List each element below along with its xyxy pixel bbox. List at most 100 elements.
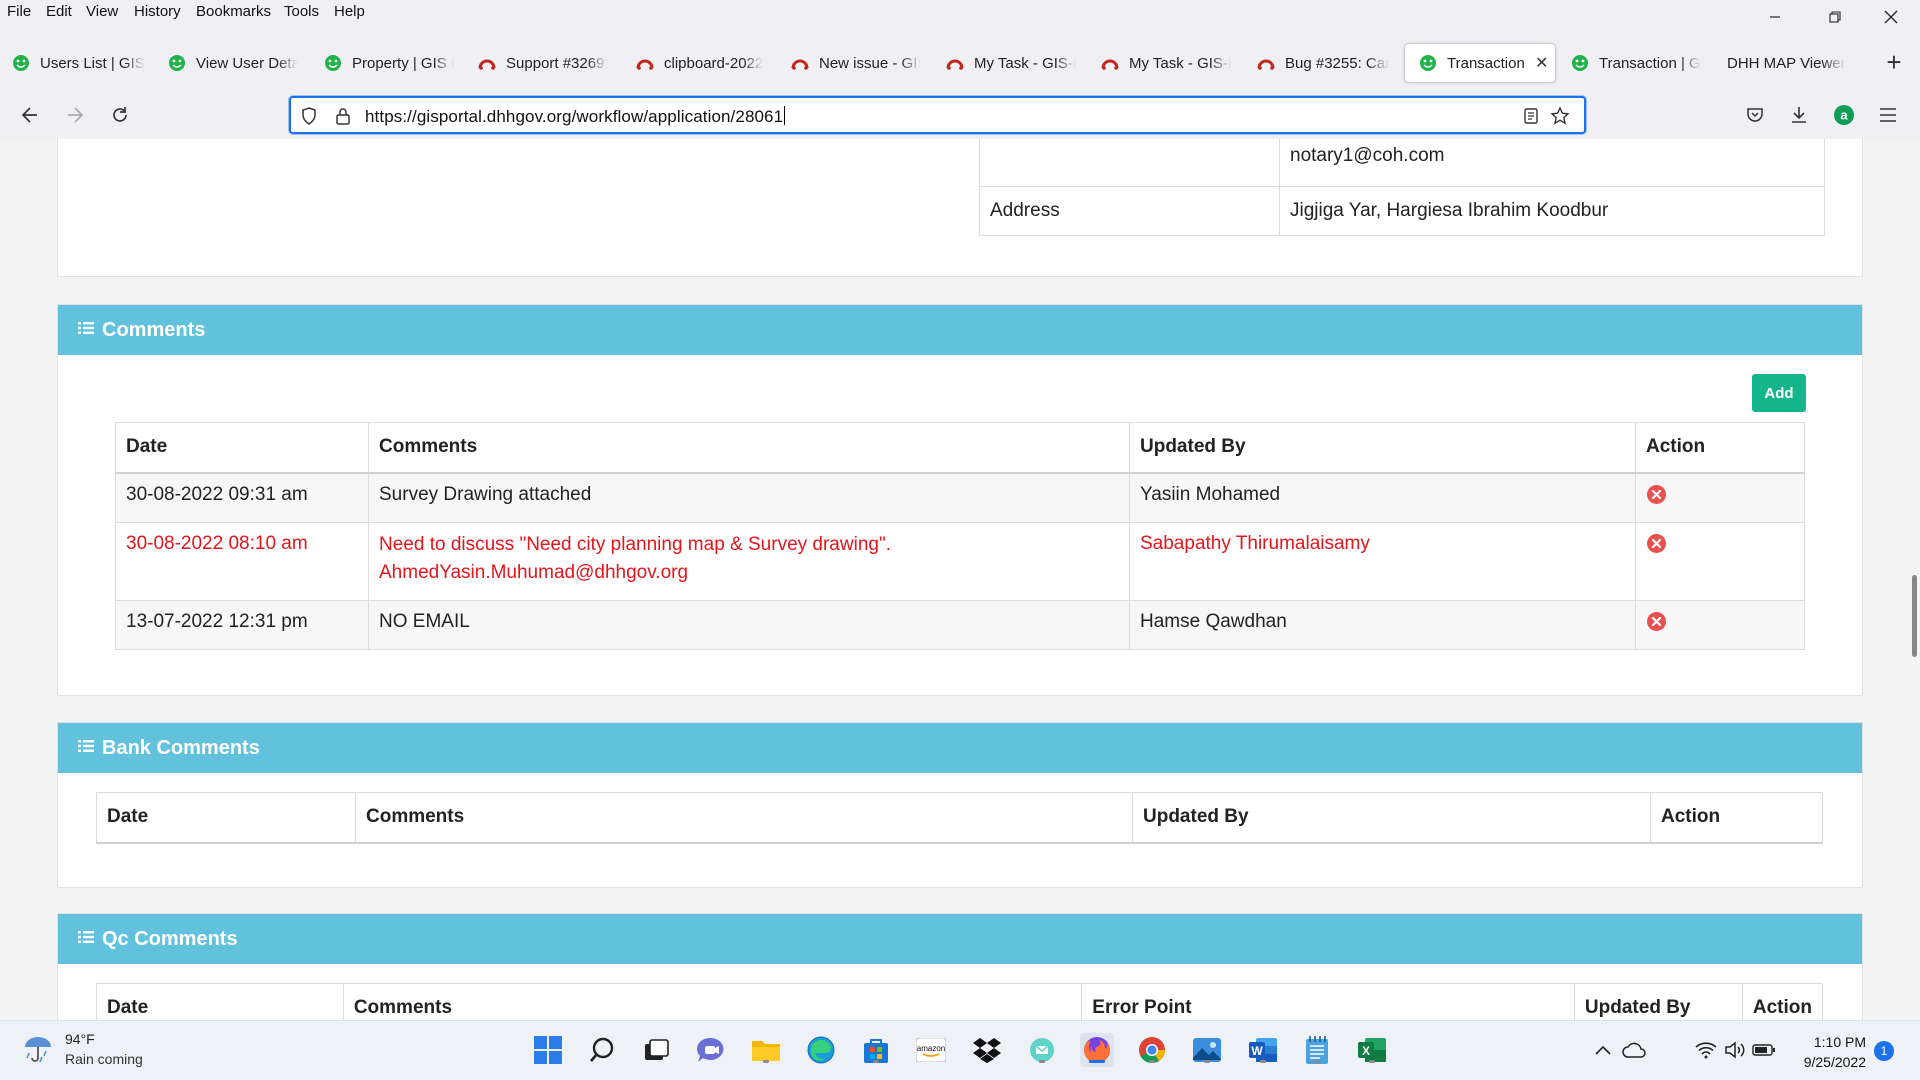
tab-support-3269[interactable]: Support #3269: bbox=[478, 44, 608, 82]
redmine-icon bbox=[478, 59, 496, 70]
tab-view-user-details[interactable]: View User Details bbox=[168, 44, 298, 82]
comment-action-cell bbox=[1635, 522, 1805, 601]
amazon-button[interactable]: amazon bbox=[914, 1033, 948, 1067]
green-smile-icon bbox=[1572, 55, 1588, 71]
tab-property[interactable]: Property | GIS Po bbox=[324, 44, 454, 82]
microsoft-store-button[interactable] bbox=[859, 1033, 893, 1067]
start-button[interactable] bbox=[531, 1033, 565, 1067]
page-scrollbar[interactable] bbox=[1906, 139, 1920, 1020]
excel-button[interactable]: X bbox=[1355, 1033, 1389, 1067]
delete-icon[interactable] bbox=[1646, 611, 1667, 632]
tab-close-icon[interactable]: ✕ bbox=[1535, 53, 1548, 73]
back-arrow-icon bbox=[21, 107, 37, 123]
close-window-button[interactable] bbox=[1868, 0, 1914, 34]
menu-help[interactable]: Help bbox=[334, 3, 365, 20]
wifi-button[interactable] bbox=[1692, 1033, 1720, 1067]
menu-bookmarks[interactable]: Bookmarks bbox=[196, 3, 271, 20]
photos-button[interactable] bbox=[1190, 1033, 1224, 1067]
battery-icon bbox=[1752, 1044, 1775, 1056]
windows-logo-icon bbox=[534, 1036, 562, 1064]
delete-icon[interactable] bbox=[1646, 533, 1667, 554]
qc-comments-header: Qc Comments bbox=[58, 914, 1862, 964]
col-comments: Comments bbox=[342, 983, 1083, 1020]
tab-transaction-active[interactable]: Transaction | G ✕ bbox=[1405, 44, 1555, 82]
search-button[interactable] bbox=[585, 1033, 619, 1067]
tab-my-task-2[interactable]: My Task - GIS-H bbox=[1101, 44, 1231, 82]
restore-button[interactable] bbox=[1812, 0, 1858, 34]
edge-button[interactable] bbox=[804, 1033, 838, 1067]
delete-icon[interactable] bbox=[1646, 484, 1667, 505]
show-hidden-icons-button[interactable] bbox=[1590, 1033, 1616, 1067]
pocket-button[interactable] bbox=[1739, 99, 1771, 131]
edge-browser-icon bbox=[807, 1036, 835, 1064]
url-text[interactable]: https://gisportal.dhhgov.org/workflow/ap… bbox=[365, 106, 786, 127]
menu-history[interactable]: History bbox=[134, 3, 181, 20]
forward-button[interactable] bbox=[59, 99, 91, 131]
tab-clipboard[interactable]: clipboard-2022 bbox=[636, 44, 766, 82]
chat-icon bbox=[696, 1037, 724, 1062]
col-error-point: Error Point bbox=[1081, 983, 1575, 1020]
menu-file[interactable]: File bbox=[7, 3, 31, 20]
task-view-icon bbox=[645, 1039, 669, 1060]
col-action: Action bbox=[1650, 792, 1823, 844]
menu-edit[interactable]: Edit bbox=[46, 3, 72, 20]
reader-view-icon[interactable] bbox=[1521, 106, 1541, 126]
scrollbar-thumb[interactable] bbox=[1912, 575, 1917, 657]
messenger-button[interactable] bbox=[1025, 1033, 1059, 1067]
bookmark-star-icon[interactable] bbox=[1550, 106, 1570, 126]
tab-bug-3255[interactable]: Bug #3255: Can bbox=[1257, 44, 1389, 82]
firefox-button[interactable] bbox=[1080, 1033, 1114, 1067]
volume-button[interactable] bbox=[1721, 1033, 1749, 1067]
comments-header-row: Date Comments Updated By Action bbox=[115, 422, 1805, 474]
tab-my-task-1[interactable]: My Task - GIS-H bbox=[946, 44, 1076, 82]
battery-button[interactable] bbox=[1750, 1033, 1778, 1067]
weather-temperature: 94°F bbox=[65, 1031, 95, 1047]
add-comment-button[interactable]: Add bbox=[1752, 374, 1806, 412]
tab-transaction[interactable]: Transaction | GI bbox=[1571, 44, 1701, 82]
app-menu-button[interactable] bbox=[1872, 99, 1904, 131]
tab-users-list[interactable]: Users List | GIS P bbox=[12, 44, 145, 82]
tab-strip: Users List | GIS P View User Details Pro… bbox=[0, 44, 1920, 82]
shield-icon[interactable] bbox=[299, 106, 319, 126]
search-icon bbox=[590, 1037, 614, 1062]
list-icon bbox=[78, 740, 94, 752]
downloads-button[interactable] bbox=[1783, 99, 1815, 131]
green-smile-icon bbox=[169, 55, 185, 71]
reload-button[interactable] bbox=[104, 99, 136, 131]
minimize-button[interactable] bbox=[1752, 0, 1798, 34]
menu-view[interactable]: View bbox=[86, 3, 118, 20]
comment-email-link[interactable]: AhmedYasin.Muhumad@dhhgov.org bbox=[379, 562, 688, 583]
bank-comments-header-row: Date Comments Updated By Action bbox=[96, 792, 1823, 844]
comment-text: NO EMAIL bbox=[368, 600, 1130, 650]
dropbox-button[interactable] bbox=[970, 1033, 1004, 1067]
col-comments: Comments bbox=[355, 792, 1133, 844]
weather-status: Rain coming bbox=[65, 1051, 143, 1067]
back-button[interactable] bbox=[14, 99, 46, 131]
notepad-button[interactable] bbox=[1300, 1033, 1334, 1067]
extension-a-icon: a bbox=[1834, 105, 1854, 125]
new-tab-button[interactable]: + bbox=[1880, 44, 1908, 82]
file-explorer-button[interactable] bbox=[749, 1033, 783, 1067]
svg-text:a: a bbox=[1840, 108, 1848, 123]
minimize-icon bbox=[1770, 16, 1780, 18]
extension-button[interactable]: a bbox=[1828, 99, 1860, 131]
hamburger-menu-icon bbox=[1880, 108, 1896, 122]
col-date: Date bbox=[96, 792, 356, 844]
tab-dhh-map-viewer[interactable]: DHH MAP Viewer bbox=[1727, 44, 1857, 82]
bank-comments-table: Date Comments Updated By Action bbox=[96, 792, 1823, 844]
comment-date: 13-07-2022 12:31 pm bbox=[115, 600, 369, 650]
chrome-button[interactable] bbox=[1135, 1033, 1169, 1067]
teams-chat-button[interactable] bbox=[694, 1033, 728, 1067]
table-row: 30-08-2022 08:10 am Need to discuss "Nee… bbox=[115, 522, 1805, 601]
url-bar[interactable]: https://gisportal.dhhgov.org/workflow/ap… bbox=[289, 96, 1586, 134]
onedrive-button[interactable] bbox=[1620, 1033, 1648, 1067]
amazon-icon: amazon bbox=[916, 1038, 946, 1062]
menu-tools[interactable]: Tools bbox=[284, 3, 319, 20]
notification-badge[interactable]: 1 bbox=[1874, 1041, 1894, 1061]
lock-icon[interactable] bbox=[333, 106, 353, 126]
comments-card: Comments Add Date Comments Updated By Ac… bbox=[57, 304, 1863, 696]
tab-new-issue[interactable]: New issue - GIS bbox=[791, 44, 921, 82]
word-button[interactable]: W bbox=[1246, 1033, 1280, 1067]
task-view-button[interactable] bbox=[640, 1033, 674, 1067]
system-clock[interactable]: 1:10 PM 9/25/2022 bbox=[1790, 1032, 1866, 1072]
